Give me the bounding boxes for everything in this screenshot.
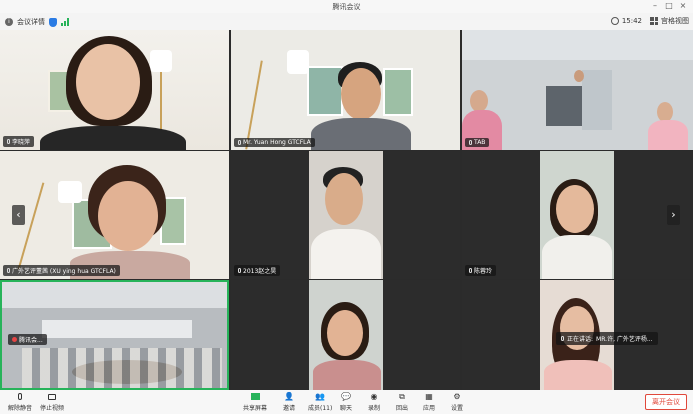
meeting-info-link[interactable]: 会议详情 xyxy=(17,17,45,27)
wall-painting xyxy=(383,68,413,116)
shield-icon[interactable] xyxy=(49,17,57,27)
title-bar: 腾讯会议 – □ × xyxy=(0,0,693,13)
video-tile[interactable]: Mr. Yuan Hong GTCFLA xyxy=(231,30,460,150)
record-button[interactable]: ◉ 录制 xyxy=(368,392,380,412)
apps-icon: ▦ xyxy=(425,392,433,401)
participant-name-tag: 2013赵之昊 xyxy=(234,265,281,276)
share-screen-button[interactable]: 共享屏幕 xyxy=(243,392,267,412)
mic-icon xyxy=(561,336,564,341)
members-icon: 👥 xyxy=(315,392,326,401)
participant-name-tag: 腾讯会... xyxy=(8,334,47,345)
members-button[interactable]: 👥 成员(11) xyxy=(308,392,332,412)
minimize-icon[interactable]: – xyxy=(649,1,661,11)
video-grid: 李晓萍 Mr. Yuan Hong GTCFLA TAB 广外艺评董茜 (XU … xyxy=(0,30,693,390)
lamp xyxy=(287,50,309,74)
mic-icon xyxy=(469,268,472,273)
record-icon: ◉ xyxy=(370,392,378,401)
info-icon[interactable]: i xyxy=(5,18,13,26)
speaking-indicator: 正在讲话: MR.许, 广外艺评杨... xyxy=(556,332,658,345)
chat-button[interactable]: 💬 聊天 xyxy=(340,392,352,412)
unmute-button[interactable]: 解除静音 xyxy=(8,392,32,412)
prev-page-button[interactable]: ‹ xyxy=(12,205,25,225)
signal-icon[interactable] xyxy=(61,18,69,26)
video-tile-active[interactable]: 腾讯会... xyxy=(0,280,229,390)
participant-name-tag: 陈蓉玲 xyxy=(465,265,497,276)
leave-meeting-button[interactable]: 离开会议 xyxy=(645,394,687,410)
rooms-button[interactable]: ⧉ 回出 xyxy=(396,392,408,412)
rooms-icon: ⧉ xyxy=(399,392,405,401)
grid-view-icon[interactable] xyxy=(650,17,658,25)
video-tile[interactable]: 陈蓉玲 xyxy=(462,151,693,279)
mic-icon xyxy=(238,268,241,273)
apps-button[interactable]: ▦ 应用 xyxy=(423,392,435,412)
camera-icon xyxy=(47,392,57,401)
view-toggle[interactable]: 宫格视图 xyxy=(661,16,689,26)
participant-name-tag: 广外艺评董茜 (XU ying hua GTCFLA) xyxy=(3,265,120,276)
mic-icon xyxy=(469,140,472,145)
participant-name-tag: TAB xyxy=(465,138,490,147)
participant-name-tag: Mr. Yuan Hong GTCFLA xyxy=(234,138,315,147)
share-screen-icon xyxy=(250,392,260,401)
meeting-timer: 15:42 xyxy=(621,17,642,25)
settings-icon: ⚙ xyxy=(453,392,461,401)
maximize-icon[interactable]: □ xyxy=(663,1,675,11)
video-tile[interactable]: 李晓萍 xyxy=(0,30,229,150)
video-tile[interactable]: TAB xyxy=(462,30,693,150)
clock-icon xyxy=(610,17,619,25)
mic-icon xyxy=(15,392,25,401)
mic-icon xyxy=(238,140,241,145)
mic-icon xyxy=(12,337,17,342)
close-icon[interactable]: × xyxy=(677,1,689,11)
window-title: 腾讯会议 xyxy=(332,3,361,11)
invite-icon: 👤 xyxy=(284,392,294,401)
next-page-button[interactable]: › xyxy=(667,205,680,225)
stop-video-button[interactable]: 停止视频 xyxy=(40,392,64,412)
video-tile[interactable]: 广外艺评董茜 (XU ying hua GTCFLA) xyxy=(0,151,229,279)
invite-button[interactable]: 👤 邀请 xyxy=(283,392,295,412)
meeting-info-bar: i 会议详情 15:42 宫格视图 xyxy=(0,13,693,30)
lamp xyxy=(58,181,82,203)
lamp xyxy=(150,50,172,72)
video-tile[interactable] xyxy=(231,280,460,390)
mic-icon xyxy=(7,139,10,144)
participant-name-tag: 李晓萍 xyxy=(3,136,35,147)
mic-icon xyxy=(7,268,10,273)
video-tile[interactable]: 2013赵之昊 xyxy=(231,151,460,279)
meeting-toolbar: 解除静音 停止视频 共享屏幕 👤 邀请 👥 成员(11) 💬 聊天 ◉ 录制 ⧉… xyxy=(0,390,693,414)
settings-button[interactable]: ⚙ 设置 xyxy=(451,392,463,412)
chat-icon: 💬 xyxy=(341,392,351,401)
